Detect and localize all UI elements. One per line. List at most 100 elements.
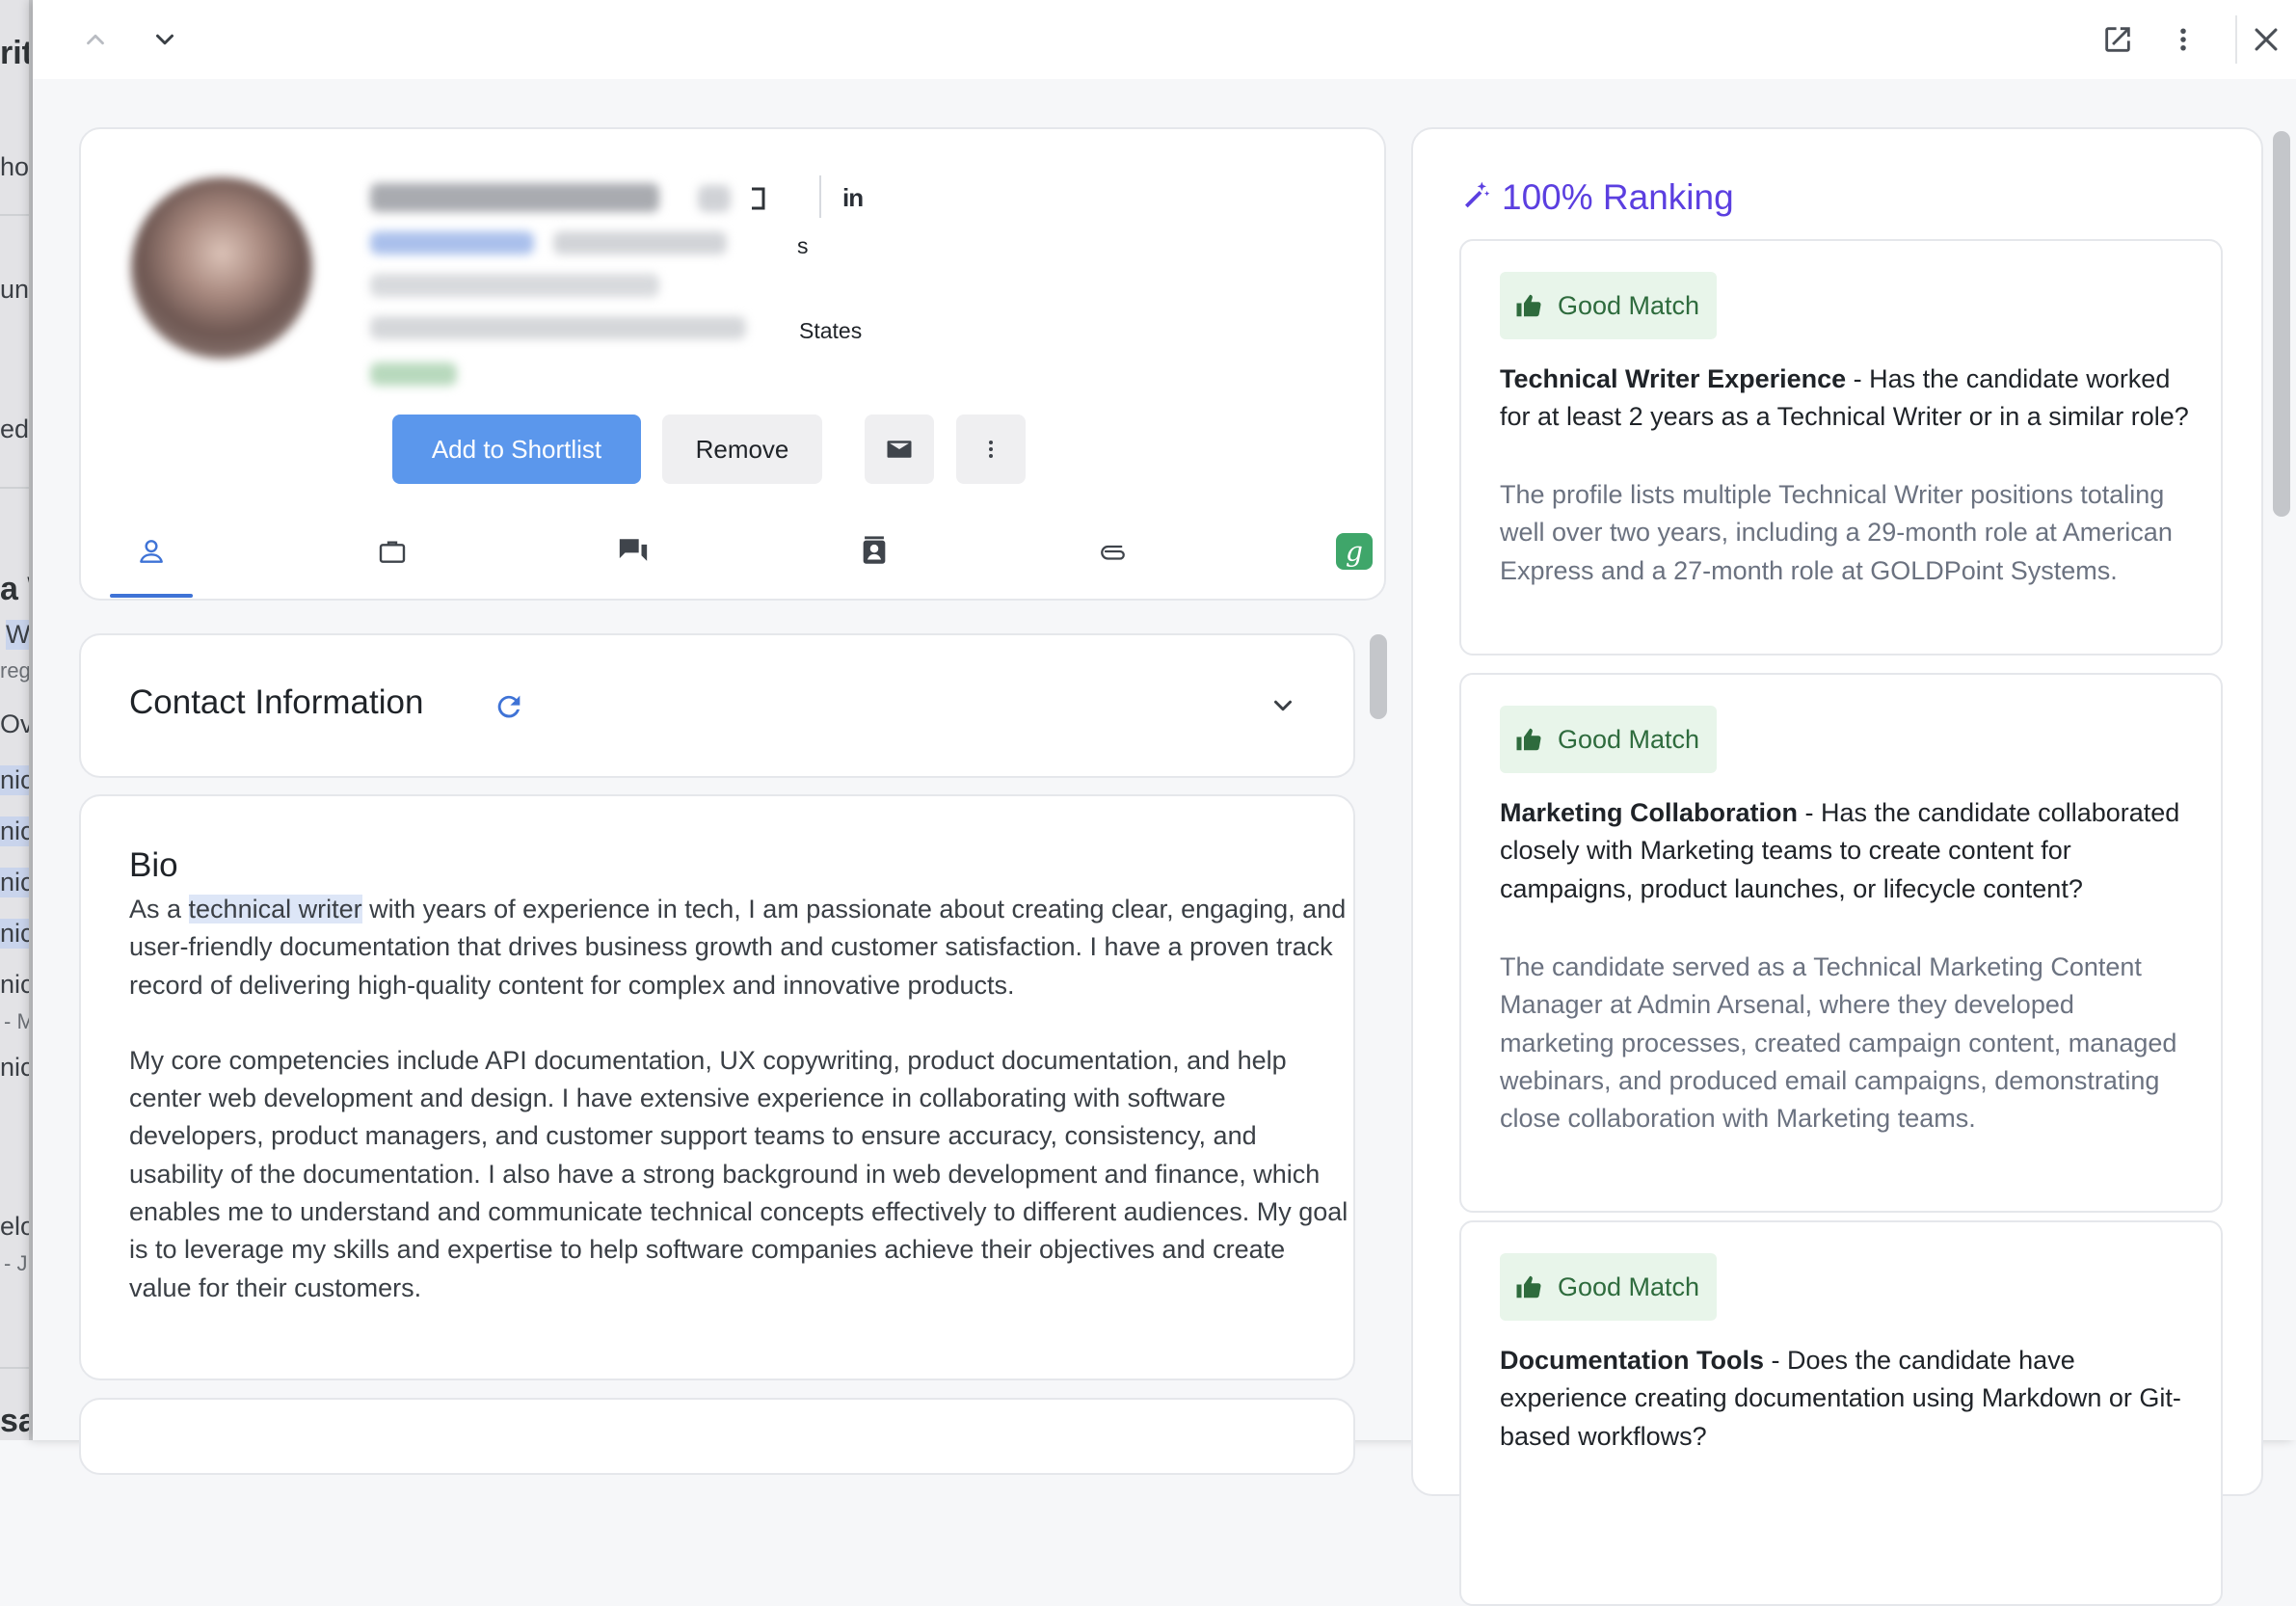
good-match-badge: Good Match — [1500, 1253, 1718, 1321]
candidate-name-redacted — [370, 183, 659, 212]
profile-location-trailing-text: States — [799, 318, 863, 343]
ranking-title: 100% Ranking — [1502, 177, 1734, 217]
chat-icon — [619, 539, 648, 561]
underlay-text: sa — [0, 1403, 33, 1439]
tab-contacts[interactable] — [833, 518, 916, 585]
underlay-text: un — [0, 275, 30, 304]
tab-integration[interactable]: g — [1313, 518, 1396, 585]
underlay-text: nic — [0, 1053, 33, 1082]
previous-candidate-button[interactable] — [71, 15, 120, 64]
open-external-icon — [2105, 27, 2130, 52]
paperclip-icon — [1101, 545, 1125, 560]
chevron-down-icon[interactable] — [1268, 691, 1297, 720]
underlay-text: Ove — [0, 709, 33, 738]
underlay-divider — [0, 1367, 33, 1369]
match-label: Good Match — [1558, 290, 1700, 320]
icon-divider — [819, 175, 821, 218]
more-options-button[interactable] — [2159, 15, 2207, 64]
profile-more-button[interactable] — [956, 415, 1026, 484]
mail-icon — [887, 441, 912, 458]
criterion-name: Documentation Tools — [1500, 1346, 1764, 1375]
match-reason: The profile lists multiple Technical Wri… — [1500, 480, 2173, 585]
criterion-text: Documentation Tools - Does the candidate… — [1500, 1342, 2194, 1456]
criterion-name: Marketing Collaboration — [1500, 798, 1799, 827]
match-criterion-card: Good Match Documentation Tools - Does th… — [1459, 1220, 2223, 1606]
document-icon — [752, 187, 765, 210]
chevron-down-icon — [156, 34, 174, 45]
candidate-subtitle-redacted — [370, 274, 659, 297]
underlay-text: nic — [0, 816, 33, 846]
right-panel-scrollbar[interactable] — [2273, 131, 2290, 517]
add-to-shortlist-button[interactable]: Add to Shortlist — [392, 415, 641, 484]
remove-button[interactable]: Remove — [662, 415, 822, 484]
good-match-badge: Good Match — [1500, 272, 1718, 339]
briefcase-icon — [379, 541, 406, 563]
next-section-card — [79, 1398, 1355, 1475]
criterion-name: Technical Writer Experience — [1500, 364, 1847, 393]
bio-section: Bio As a technical writer with years of … — [79, 794, 1355, 1380]
thumbs-up-icon — [1516, 294, 1541, 317]
open-in-new-button[interactable] — [2094, 15, 2142, 64]
profile-title-trailing-text: s — [797, 233, 809, 258]
tab-attachments[interactable] — [1074, 518, 1157, 585]
underlay-text: nic — [0, 970, 33, 999]
toolbar-divider — [2235, 15, 2237, 64]
match-criterion-card: Good Match Technical Writer Experience -… — [1459, 239, 2223, 656]
person-icon — [140, 540, 163, 563]
background-page-strip: rite ho un ed a W W reg Ove nic nic nic … — [0, 0, 33, 1440]
thumbs-up-icon — [1516, 728, 1541, 751]
email-button[interactable] — [865, 415, 934, 484]
more-vertical-icon — [989, 441, 993, 458]
match-label: Good Match — [1558, 1271, 1700, 1301]
underlay-text: elo — [0, 1212, 33, 1241]
candidate-drawer: in s States Add to Shortlist Remove g Co… — [33, 0, 2296, 1606]
good-match-badge: Good Match — [1500, 706, 1718, 773]
criterion-text: Marketing Collaboration - Has the candid… — [1500, 794, 2194, 908]
g-icon: g — [1336, 533, 1373, 570]
contact-information-section[interactable]: Contact Information — [79, 633, 1355, 778]
underlay-text: a W — [0, 571, 33, 607]
candidate-title-redacted — [370, 231, 534, 254]
bio-text: As a technical writer with years of expe… — [129, 891, 1353, 1345]
refresh-icon[interactable] — [493, 690, 525, 723]
close-icon — [2255, 28, 2278, 51]
tab-messages[interactable] — [592, 518, 675, 585]
underlay-text: ho — [0, 152, 30, 181]
thumbs-up-icon — [1516, 1275, 1541, 1298]
criterion-text: Technical Writer Experience - Has the ca… — [1500, 361, 2194, 437]
underlay-divider — [0, 214, 33, 216]
match-label: Good Match — [1558, 724, 1700, 754]
linkedin-icon[interactable]: in — [842, 183, 864, 213]
magic-wand-icon — [1465, 181, 1490, 208]
contact-card-icon — [863, 536, 886, 564]
avatar — [131, 177, 312, 359]
tab-experience[interactable] — [351, 518, 434, 585]
tab-profile[interactable] — [110, 518, 193, 585]
drawer-toolbar — [33, 0, 2296, 79]
underlay-text: - J — [4, 1251, 28, 1275]
underlay-text: reg — [0, 658, 31, 683]
left-column-scrollbar[interactable] — [1370, 634, 1387, 719]
active-tab-indicator — [110, 594, 193, 598]
candidate-company-redacted — [553, 231, 727, 254]
bio-title: Bio — [129, 846, 178, 884]
underlay-text: nic — [0, 919, 33, 949]
more-vertical-icon — [2180, 28, 2186, 51]
underlay-text: nic — [0, 868, 33, 897]
candidate-status-redacted — [370, 362, 457, 386]
bio-paragraph-2: My core competencies include API documen… — [129, 1045, 1348, 1302]
underlay-text: nic — [0, 765, 33, 795]
underlay-divider — [0, 487, 33, 489]
ranking-panel: 100% Ranking Good Match Technical Writer… — [1411, 127, 2263, 1606]
redacted-icon — [698, 185, 731, 212]
underlay-text: W — [6, 620, 31, 650]
underlay-text: ed — [0, 415, 30, 443]
underlay-text: rite — [0, 35, 33, 71]
close-button[interactable] — [2250, 15, 2296, 64]
candidate-location-redacted — [370, 316, 746, 339]
match-criterion-card: Good Match Marketing Collaboration - Has… — [1459, 673, 2223, 1213]
next-candidate-button[interactable] — [141, 15, 189, 64]
match-reason: The candidate served as a Technical Mark… — [1500, 952, 2177, 1134]
highlighted-keyword: technical writer — [188, 895, 362, 923]
contact-information-title: Contact Information — [129, 683, 424, 721]
